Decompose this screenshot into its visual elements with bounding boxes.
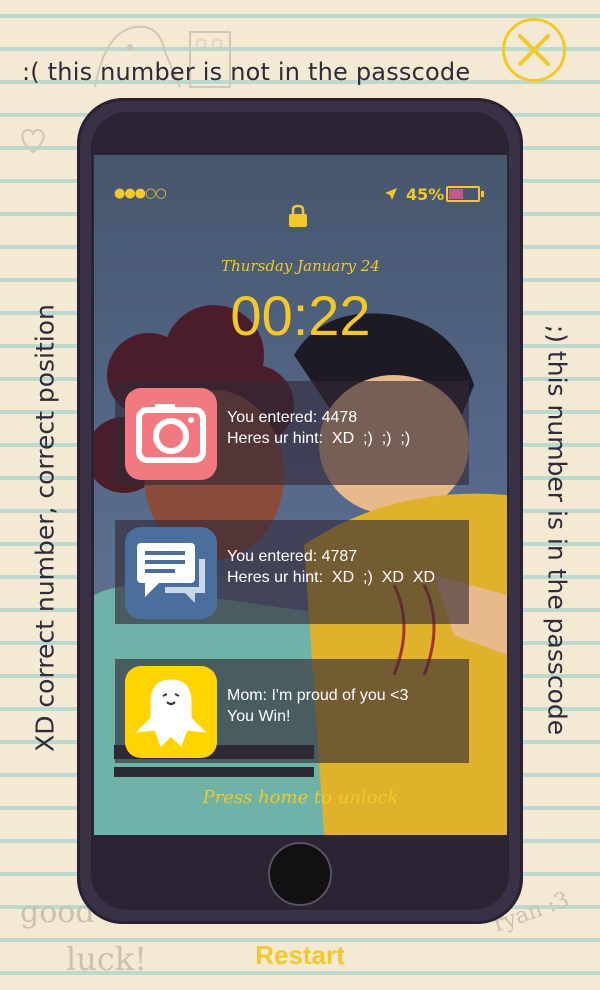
ghost-app-icon (125, 666, 217, 758)
battery-percent: 45% (406, 185, 445, 204)
lock-screen: ●●●○○ 45% Thursday January 24 00:22 You … (94, 155, 507, 835)
close-button[interactable] (502, 18, 566, 82)
notification-line-1: You entered: 4787 (227, 548, 358, 565)
lock-screen-date: Thursday January 24 (221, 257, 380, 275)
restart-button[interactable]: Restart (0, 940, 600, 971)
location-arrow-icon (385, 188, 397, 200)
notification-line-2: You Win! (227, 708, 291, 725)
lock-icon (289, 204, 307, 227)
notification-line-1: You entered: 4478 (227, 409, 358, 426)
notification-guess-1[interactable]: You entered: 4478 Heres ur hint: XD ;) ;… (115, 381, 469, 485)
messages-app-icon (125, 527, 217, 619)
notification-line-2: Heres ur hint: XD ;) XD XD (227, 569, 436, 586)
notification-text: You entered: 4478 Heres ur hint: XD ;) ;… (227, 407, 410, 449)
notification-line-2: Heres ur hint: XD ;) ;) ;) (227, 430, 411, 447)
close-icon (518, 34, 550, 66)
notification-line-1: Mom: I'm proud of you <3 (227, 687, 409, 704)
press-home-hint: Press home to unlock (202, 787, 399, 808)
signal-strength-icon: ●●●○○ (114, 186, 167, 201)
battery-icon (446, 186, 480, 202)
battery-tip (481, 191, 484, 197)
camera-app-icon (125, 388, 217, 480)
lock-screen-time: 00:22 (230, 284, 371, 347)
heart-doodle (18, 126, 48, 158)
notification-guess-2[interactable]: You entered: 4787 Heres ur hint: XD ;) X… (115, 520, 469, 624)
battery-level (449, 189, 463, 199)
notification-text: You entered: 4787 Heres ur hint: XD ;) X… (227, 546, 435, 588)
notification-text: Mom: I'm proud of you <3 You Win! (227, 685, 408, 727)
hint-not-in-passcode: :( this number is not in the passcode (22, 58, 471, 86)
hint-correct-position: XD correct number, correct position (30, 304, 60, 752)
home-button[interactable] (268, 842, 332, 906)
notification-win[interactable]: Mom: I'm proud of you <3 You Win! (115, 659, 469, 763)
hint-in-passcode: ;) this number is in the passcode (542, 324, 572, 736)
